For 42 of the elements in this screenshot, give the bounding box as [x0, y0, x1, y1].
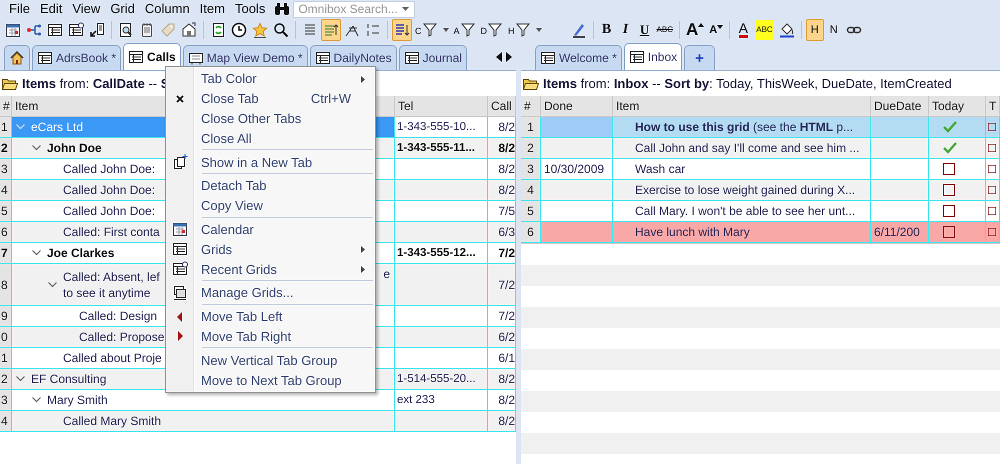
table-cell: 8/2: [488, 411, 516, 432]
row-number: 2: [0, 369, 12, 390]
table-cell: 1-343-555-11...: [395, 138, 488, 159]
row-number: 3: [0, 390, 12, 411]
row-number: 3: [0, 159, 12, 180]
table-cell: ext 233: [395, 390, 488, 411]
table-cell: 8/2: [488, 159, 516, 180]
table-cell: 8/2: [488, 390, 516, 411]
row-number: 6: [521, 222, 541, 243]
row-number: 0: [0, 327, 12, 348]
table-cell: 6/11/200: [871, 222, 929, 243]
row-number: 4: [0, 411, 12, 432]
row-number: 1: [0, 348, 12, 369]
table-cell: 8/2: [488, 138, 516, 159]
row-number: 1: [0, 117, 12, 138]
row-number: 7: [0, 243, 12, 264]
table-cell: 10/30/2009: [541, 159, 613, 180]
row-number: 1: [521, 117, 541, 138]
row-number: 4: [0, 180, 12, 201]
row-number: 5: [521, 201, 541, 222]
row-number: 4: [521, 180, 541, 201]
table-cell: 7/2: [488, 264, 516, 306]
table-cell: 6/1: [488, 348, 516, 369]
table-cell: 1-514-555-20...: [395, 369, 488, 390]
row-number: 3: [521, 159, 541, 180]
table-cell: 8/2: [488, 117, 516, 138]
table-cell: 7/2: [488, 243, 516, 264]
table-cell: 6/2: [488, 327, 516, 348]
table-cell: 6/3: [488, 222, 516, 243]
table-cell: 7/2: [488, 306, 516, 327]
row-number: 8: [0, 264, 12, 306]
row-number: 9: [0, 306, 12, 327]
table-cell: 7/5: [488, 201, 516, 222]
table-cell: 1-343-555-10...: [395, 117, 488, 138]
grid-caption: Items from: Inbox -- Sort by: Today, ThisWeek, DueDate, ItemCreated: [543, 76, 952, 91]
row-number: 2: [521, 138, 541, 159]
row-number: 6: [0, 222, 12, 243]
table-cell: 1-343-555-12...: [395, 243, 488, 264]
table-cell: 8/2: [488, 180, 516, 201]
row-number: 5: [0, 201, 12, 222]
table-cell: 8/2: [488, 369, 516, 390]
row-number: 2: [0, 138, 12, 159]
